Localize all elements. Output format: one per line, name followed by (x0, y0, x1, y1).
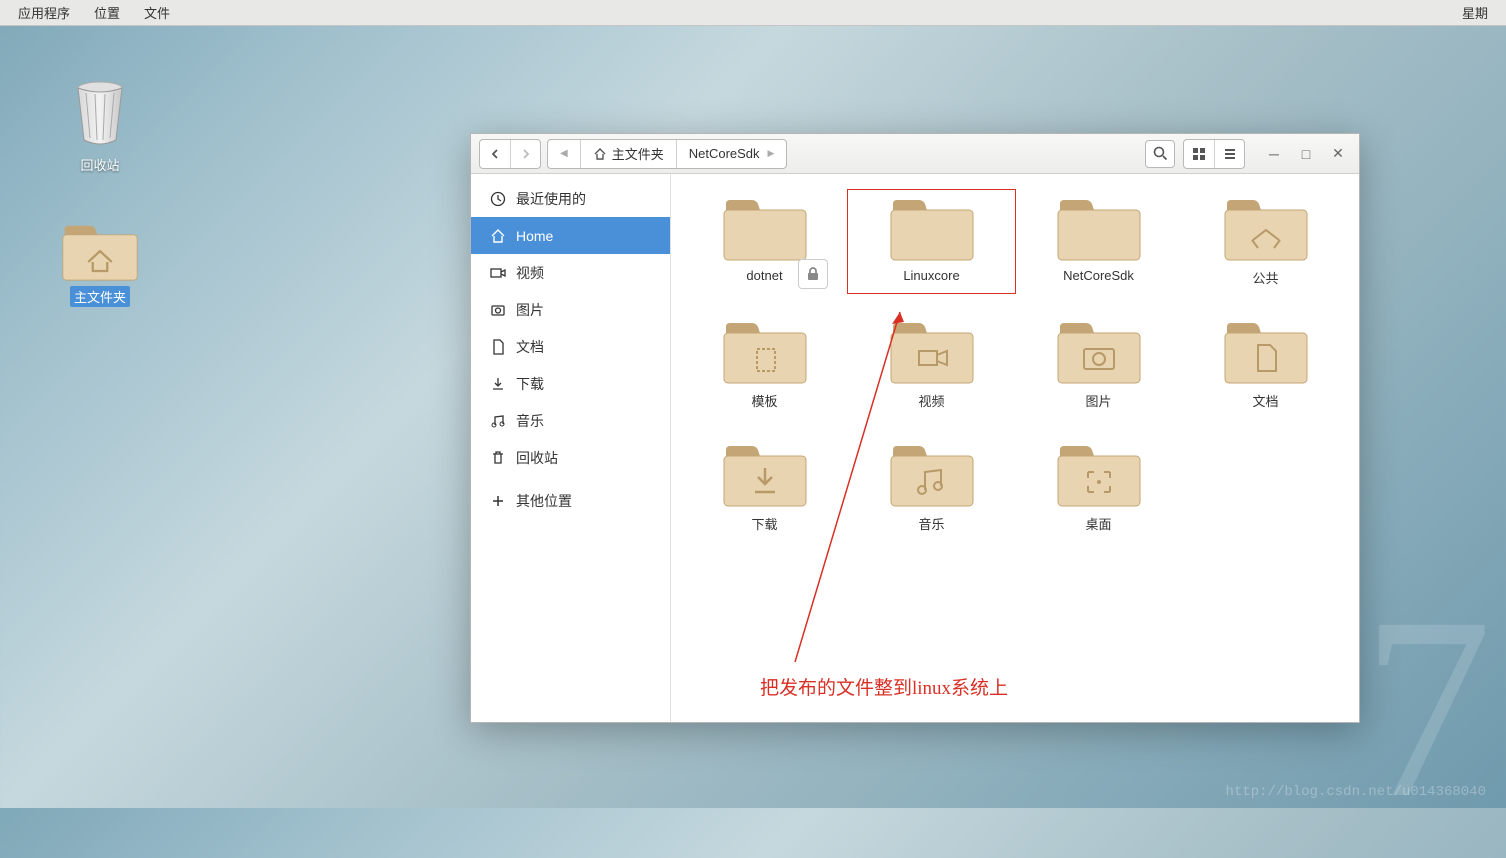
back-button[interactable] (480, 140, 510, 168)
folder-icon (1056, 442, 1142, 508)
lock-icon (798, 259, 828, 289)
folder-icon (1056, 196, 1142, 262)
view-list-button[interactable] (1214, 140, 1244, 168)
sidebar: 最近使用的 Home 视频 图片 文档 下载 音乐 回收站 其他位置 (471, 174, 671, 722)
folder-icon (889, 442, 975, 508)
video-icon (489, 264, 506, 281)
folder-icon (889, 196, 975, 262)
desktop-trash-label: 回收站 (76, 154, 123, 175)
folder-icon (1056, 319, 1142, 385)
sidebar-item-documents[interactable]: 文档 (471, 328, 670, 365)
folder-linuxcore[interactable]: Linuxcore (848, 190, 1015, 293)
nav-buttons (479, 139, 541, 169)
path-bar: ◀ 主文件夹 NetCoreSdk▶ (547, 139, 787, 169)
clock-icon (489, 190, 506, 207)
menu-files[interactable]: 文件 (132, 3, 182, 22)
annotation-text: 把发布的文件整到linux系统上 (760, 673, 1008, 700)
folder-music[interactable]: 音乐 (848, 436, 1015, 539)
desktop-home-label: 主文件夹 (70, 286, 130, 307)
folder-downloads[interactable]: 下载 (681, 436, 848, 539)
close-button[interactable]: ✕ (1325, 141, 1351, 167)
folder-icon (889, 319, 975, 385)
path-prev[interactable]: ◀ (548, 140, 580, 168)
desktop-trash[interactable]: 回收站 (50, 78, 150, 175)
file-manager-window: ◀ 主文件夹 NetCoreSdk▶ ─ □ ✕ 最近使用的 Home 视频 图… (470, 133, 1360, 723)
document-icon (489, 338, 506, 355)
forward-button[interactable] (510, 140, 540, 168)
folder-content: dotnet Linuxcore NetCoreSdk 公共 模板 (671, 174, 1359, 722)
sidebar-item-videos[interactable]: 视频 (471, 254, 670, 291)
folder-icon (722, 196, 808, 262)
sidebar-item-trash[interactable]: 回收站 (471, 439, 670, 476)
grid-icon (1192, 147, 1206, 161)
sidebar-item-other[interactable]: 其他位置 (471, 482, 670, 519)
menu-places[interactable]: 位置 (82, 3, 132, 22)
top-menu-bar: 应用程序 位置 文件 星期 (0, 0, 1506, 26)
home-icon (593, 147, 607, 161)
search-icon (1153, 146, 1168, 161)
folder-dotnet[interactable]: dotnet (681, 190, 848, 293)
folder-pictures[interactable]: 图片 (1015, 313, 1182, 416)
folder-public[interactable]: 公共 (1182, 190, 1349, 293)
folder-documents[interactable]: 文档 (1182, 313, 1349, 416)
trash-small-icon (489, 449, 506, 466)
music-icon (489, 412, 506, 429)
maximize-button[interactable]: □ (1293, 141, 1319, 167)
plus-icon (489, 492, 506, 509)
home-icon (489, 227, 506, 244)
download-icon (489, 375, 506, 392)
sidebar-item-recent[interactable]: 最近使用的 (471, 180, 670, 217)
sidebar-item-pictures[interactable]: 图片 (471, 291, 670, 328)
folder-icon (1223, 196, 1309, 262)
folder-videos[interactable]: 视频 (848, 313, 1015, 416)
trash-icon (70, 78, 130, 150)
list-icon (1223, 147, 1237, 161)
folder-icon (1223, 319, 1309, 385)
titlebar: ◀ 主文件夹 NetCoreSdk▶ ─ □ ✕ (471, 134, 1359, 174)
folder-icon (722, 319, 808, 385)
menu-date[interactable]: 星期 (1450, 3, 1500, 22)
sidebar-item-home[interactable]: Home (471, 217, 670, 254)
minimize-button[interactable]: ─ (1261, 141, 1287, 167)
folder-netcoresdk[interactable]: NetCoreSdk (1015, 190, 1182, 293)
search-button[interactable] (1145, 140, 1175, 168)
path-crumb[interactable]: NetCoreSdk▶ (676, 140, 787, 168)
view-icons-button[interactable] (1184, 140, 1214, 168)
folder-desktop[interactable]: 桌面 (1015, 436, 1182, 539)
background-decoration: 7 (1362, 559, 1492, 858)
home-folder-icon (61, 222, 139, 282)
sidebar-item-downloads[interactable]: 下载 (471, 365, 670, 402)
desktop-home-folder[interactable]: 主文件夹 (50, 222, 150, 307)
folder-templates[interactable]: 模板 (681, 313, 848, 416)
folder-icon (722, 442, 808, 508)
menu-applications[interactable]: 应用程序 (6, 3, 82, 22)
watermark: http://blog.csdn.net/u014368040 (1226, 784, 1486, 800)
camera-icon (489, 301, 506, 318)
path-home[interactable]: 主文件夹 (580, 140, 676, 168)
sidebar-item-music[interactable]: 音乐 (471, 402, 670, 439)
